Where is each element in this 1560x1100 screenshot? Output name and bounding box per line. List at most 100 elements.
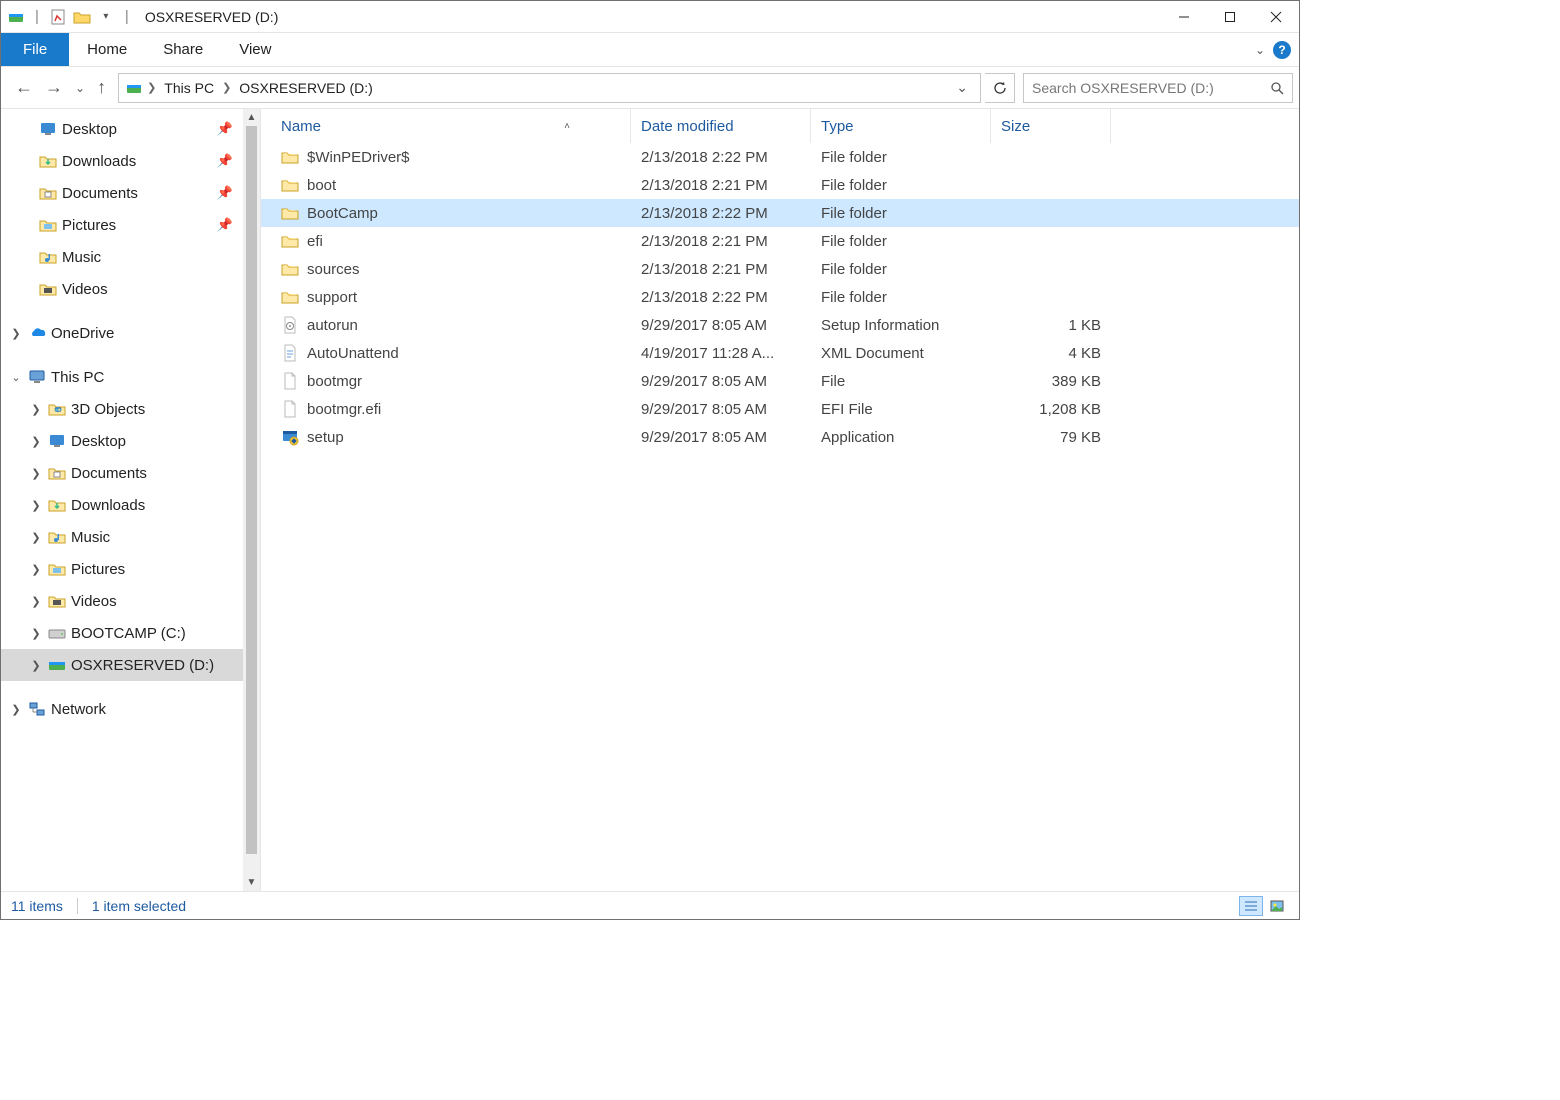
file-row[interactable]: sources2/13/2018 2:21 PMFile folder (261, 255, 1299, 283)
file-date: 9/29/2017 8:05 AM (631, 401, 811, 418)
separator: | (121, 8, 133, 25)
chevron-right-icon[interactable]: ❯ (29, 467, 43, 480)
chevron-right-icon[interactable]: ❯ (9, 703, 23, 716)
qat-dropdown-icon[interactable]: ▾ (97, 8, 115, 26)
file-row[interactable]: boot2/13/2018 2:21 PMFile folder (261, 171, 1299, 199)
help-icon[interactable]: ? (1273, 41, 1291, 59)
sidebar-network[interactable]: ❯Network (1, 693, 243, 725)
file-date: 2/13/2018 2:21 PM (631, 177, 811, 194)
status-item-count: 11 items (11, 898, 63, 914)
maximize-button[interactable] (1207, 2, 1253, 32)
ribbon: File Home Share View ⌄ ? (1, 33, 1299, 67)
sidebar-quick-documents[interactable]: Documents📌 (1, 177, 243, 209)
music-icon (48, 528, 66, 546)
sidebar-item-osxreserved-d-[interactable]: ❯OSXRESERVED (D:) (1, 649, 243, 681)
back-button[interactable]: ← (15, 77, 33, 98)
crumb-current[interactable]: OSXRESERVED (D:) (235, 80, 377, 96)
crumb-chevron-icon[interactable]: ❯ (218, 81, 235, 94)
file-name: support (307, 289, 357, 306)
file-name: autorun (307, 317, 358, 334)
chevron-right-icon[interactable]: ❯ (29, 659, 43, 672)
scroll-thumb[interactable] (246, 126, 257, 854)
sidebar-item-downloads[interactable]: ❯Downloads (1, 489, 243, 521)
file-row[interactable]: $WinPEDriver$2/13/2018 2:22 PMFile folde… (261, 143, 1299, 171)
3d-icon (48, 400, 66, 418)
file-row[interactable]: bootmgr9/29/2017 8:05 AMFile389 KB (261, 367, 1299, 395)
chevron-right-icon[interactable]: ❯ (9, 327, 23, 340)
details-view-button[interactable] (1239, 896, 1263, 916)
folder-icon (281, 204, 299, 222)
address-bar[interactable]: ❯ This PC ❯ OSXRESERVED (D:) ⌄ (118, 73, 981, 103)
scroll-down-icon[interactable]: ▼ (243, 874, 260, 891)
column-type[interactable]: Type (811, 109, 991, 143)
search-box[interactable]: Search OSXRESERVED (D:) (1023, 73, 1293, 103)
ribbon-expand-icon[interactable]: ⌄ (1255, 43, 1265, 57)
forward-button[interactable]: → (45, 77, 63, 98)
crumb-this-pc[interactable]: This PC (160, 80, 218, 96)
file-date: 9/29/2017 8:05 AM (631, 317, 811, 334)
chevron-right-icon[interactable]: ❯ (29, 627, 43, 640)
file-type: XML Document (811, 345, 991, 362)
thumbnails-view-button[interactable] (1265, 896, 1289, 916)
sidebar-quick-desktop[interactable]: Desktop📌 (1, 113, 243, 145)
drive-green-icon (48, 656, 66, 674)
sidebar-quick-videos[interactable]: Videos (1, 273, 243, 305)
chevron-right-icon[interactable]: ❯ (29, 595, 43, 608)
history-dropdown-icon[interactable]: ⌄ (75, 81, 85, 95)
drive-icon (48, 624, 66, 642)
chevron-right-icon[interactable]: ❯ (29, 531, 43, 544)
address-dropdown-icon[interactable]: ⌄ (950, 79, 974, 96)
file-row[interactable]: BootCamp2/13/2018 2:22 PMFile folder (261, 199, 1299, 227)
file-type: File folder (811, 205, 991, 222)
separator (77, 898, 78, 914)
chevron-down-icon[interactable]: ⌄ (9, 371, 23, 384)
tab-share[interactable]: Share (145, 33, 221, 66)
file-tab[interactable]: File (1, 33, 69, 66)
status-selection: 1 item selected (92, 898, 186, 914)
file-row[interactable]: AutoUnattend4/19/2017 11:28 A...XML Docu… (261, 339, 1299, 367)
window-controls (1161, 2, 1299, 32)
file-type: File folder (811, 289, 991, 306)
sidebar-item-music[interactable]: ❯Music (1, 521, 243, 553)
sidebar-item-videos[interactable]: ❯Videos (1, 585, 243, 617)
properties-icon[interactable] (49, 8, 67, 26)
sidebar-quick-music[interactable]: Music (1, 241, 243, 273)
file-row[interactable]: setup9/29/2017 8:05 AMApplication79 KB (261, 423, 1299, 451)
refresh-button[interactable] (985, 73, 1015, 103)
file-date: 2/13/2018 2:22 PM (631, 149, 811, 166)
up-button[interactable]: ↑ (97, 77, 106, 98)
close-button[interactable] (1253, 2, 1299, 32)
onedrive-icon (28, 324, 46, 342)
sidebar-item-desktop[interactable]: ❯Desktop (1, 425, 243, 457)
scroll-up-icon[interactable]: ▲ (243, 109, 260, 126)
column-date[interactable]: Date modified (631, 109, 811, 143)
file-row[interactable]: autorun9/29/2017 8:05 AMSetup Informatio… (261, 311, 1299, 339)
explorer-window: | ▾ | OSXRESERVED (D:) File Home Share V… (0, 0, 1300, 920)
file-name: sources (307, 261, 360, 278)
scrollbar[interactable]: ▲ ▼ (243, 109, 260, 891)
new-folder-icon[interactable] (73, 8, 91, 26)
downloads-icon (48, 496, 66, 514)
sidebar-item-3d-objects[interactable]: ❯3D Objects (1, 393, 243, 425)
file-row[interactable]: bootmgr.efi9/29/2017 8:05 AMEFI File1,20… (261, 395, 1299, 423)
sidebar-item-documents[interactable]: ❯Documents (1, 457, 243, 489)
sidebar-item-bootcamp-c-[interactable]: ❯BOOTCAMP (C:) (1, 617, 243, 649)
chevron-right-icon[interactable]: ❯ (29, 435, 43, 448)
file-type: Application (811, 429, 991, 446)
file-row[interactable]: efi2/13/2018 2:21 PMFile folder (261, 227, 1299, 255)
chevron-right-icon[interactable]: ❯ (29, 563, 43, 576)
crumb-chevron-icon[interactable]: ❯ (143, 81, 160, 94)
column-name[interactable]: Name˄ (271, 109, 631, 143)
tab-view[interactable]: View (221, 33, 289, 66)
chevron-right-icon[interactable]: ❯ (29, 499, 43, 512)
sidebar-onedrive[interactable]: ❯OneDrive (1, 317, 243, 349)
file-row[interactable]: support2/13/2018 2:22 PMFile folder (261, 283, 1299, 311)
tab-home[interactable]: Home (69, 33, 145, 66)
sidebar-this-pc[interactable]: ⌄This PC (1, 361, 243, 393)
sidebar-item-pictures[interactable]: ❯Pictures (1, 553, 243, 585)
sidebar-quick-pictures[interactable]: Pictures📌 (1, 209, 243, 241)
column-size[interactable]: Size (991, 109, 1111, 143)
sidebar-quick-downloads[interactable]: Downloads📌 (1, 145, 243, 177)
chevron-right-icon[interactable]: ❯ (29, 403, 43, 416)
minimize-button[interactable] (1161, 2, 1207, 32)
